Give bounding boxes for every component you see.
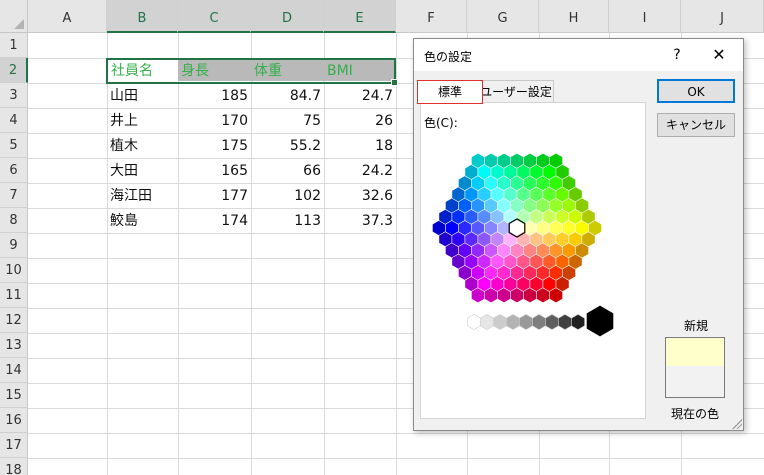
gray-swatch[interactable] xyxy=(545,314,559,330)
column-header-C[interactable]: C xyxy=(178,0,251,33)
cell-C8[interactable]: 174 xyxy=(178,209,251,234)
column-header-E[interactable]: E xyxy=(324,0,396,33)
cell-B3[interactable]: 山田 xyxy=(107,84,178,109)
cell-D3[interactable]: 84.7 xyxy=(251,84,324,109)
cell-E5[interactable]: 18 xyxy=(324,134,396,159)
row-header-7[interactable]: 7 xyxy=(0,183,28,208)
new-color-swatch xyxy=(666,338,724,366)
black-swatch[interactable] xyxy=(586,305,614,337)
gray-swatch[interactable] xyxy=(467,314,481,330)
row-header-1[interactable]: 1 xyxy=(0,33,28,58)
cell-C6[interactable]: 165 xyxy=(178,159,251,184)
gray-swatch[interactable] xyxy=(558,314,572,330)
cell-E3[interactable]: 24.7 xyxy=(324,84,396,109)
row-header-17[interactable]: 17 xyxy=(0,433,28,458)
cell-C7[interactable]: 177 xyxy=(178,184,251,209)
column-header-B[interactable]: B xyxy=(107,0,178,33)
cancel-button[interactable]: キャンセル xyxy=(657,113,735,137)
ok-button[interactable]: OK xyxy=(657,79,735,103)
row-header-10[interactable]: 10 xyxy=(0,258,28,283)
cell-B6[interactable]: 大田 xyxy=(107,159,178,184)
column-header-G[interactable]: G xyxy=(467,0,539,33)
resize-grip-icon[interactable] xyxy=(732,419,742,429)
row-header-16[interactable]: 16 xyxy=(0,408,28,433)
color-dialog: 色の設定 ? ✕ ユーザー設定 標準 色(C): OK キャンセル 新規 現在の… xyxy=(413,38,744,431)
row-header-8[interactable]: 8 xyxy=(0,208,28,233)
column-header-D[interactable]: D xyxy=(251,0,324,33)
current-color-label: 現在の色 xyxy=(670,407,719,421)
cell-D7[interactable]: 102 xyxy=(251,184,324,209)
row-header-18[interactable]: 18 xyxy=(0,458,28,475)
select-all-corner[interactable] xyxy=(0,0,28,33)
row-header-11[interactable]: 11 xyxy=(0,283,28,308)
color-preview xyxy=(665,337,725,398)
cell-C4[interactable]: 170 xyxy=(178,109,251,134)
cell-D8[interactable]: 113 xyxy=(251,209,324,234)
cell-B7[interactable]: 海江田 xyxy=(107,184,178,209)
cell-E8[interactable]: 37.3 xyxy=(324,209,396,234)
row-header-5[interactable]: 5 xyxy=(0,133,28,158)
gray-swatch[interactable] xyxy=(519,314,533,330)
gridline-horizontal xyxy=(28,433,764,434)
selection-range xyxy=(106,58,398,86)
column-header-J[interactable]: J xyxy=(681,0,764,33)
column-header-H[interactable]: H xyxy=(539,0,609,33)
row-header-6[interactable]: 6 xyxy=(0,158,28,183)
row-header-9[interactable]: 9 xyxy=(0,233,28,258)
row-header-3[interactable]: 3 xyxy=(0,83,28,108)
gridline-horizontal xyxy=(28,458,764,459)
cell-D5[interactable]: 55.2 xyxy=(251,134,324,159)
cell-E4[interactable]: 26 xyxy=(324,109,396,134)
gray-swatch[interactable] xyxy=(532,314,546,330)
gray-swatch[interactable] xyxy=(571,314,585,330)
row-header-12[interactable]: 12 xyxy=(0,308,28,333)
current-color-swatch xyxy=(666,366,724,397)
column-header-A[interactable]: A xyxy=(28,0,107,33)
column-header-I[interactable]: I xyxy=(609,0,681,33)
row-header-2[interactable]: 2 xyxy=(0,58,28,83)
gray-swatch[interactable] xyxy=(493,314,507,330)
cell-E6[interactable]: 24.2 xyxy=(324,159,396,184)
row-header-14[interactable]: 14 xyxy=(0,358,28,383)
cell-D6[interactable]: 66 xyxy=(251,159,324,184)
cell-D4[interactable]: 75 xyxy=(251,109,324,134)
gray-swatch[interactable] xyxy=(506,314,520,330)
row-header-15[interactable]: 15 xyxy=(0,383,28,408)
cell-E7[interactable]: 32.6 xyxy=(324,184,396,209)
cell-C3[interactable]: 185 xyxy=(178,84,251,109)
gray-swatch[interactable] xyxy=(480,314,494,330)
new-color-label: 新規 xyxy=(683,319,708,333)
row-header-13[interactable]: 13 xyxy=(0,333,28,358)
tab-standard[interactable]: 標準 xyxy=(417,80,483,104)
cell-B8[interactable]: 鮫島 xyxy=(107,209,178,234)
column-header-F[interactable]: F xyxy=(396,0,467,33)
cell-B4[interactable]: 井上 xyxy=(107,109,178,134)
row-header-4[interactable]: 4 xyxy=(0,108,28,133)
cell-B5[interactable]: 植木 xyxy=(107,134,178,159)
cell-C5[interactable]: 175 xyxy=(178,134,251,159)
